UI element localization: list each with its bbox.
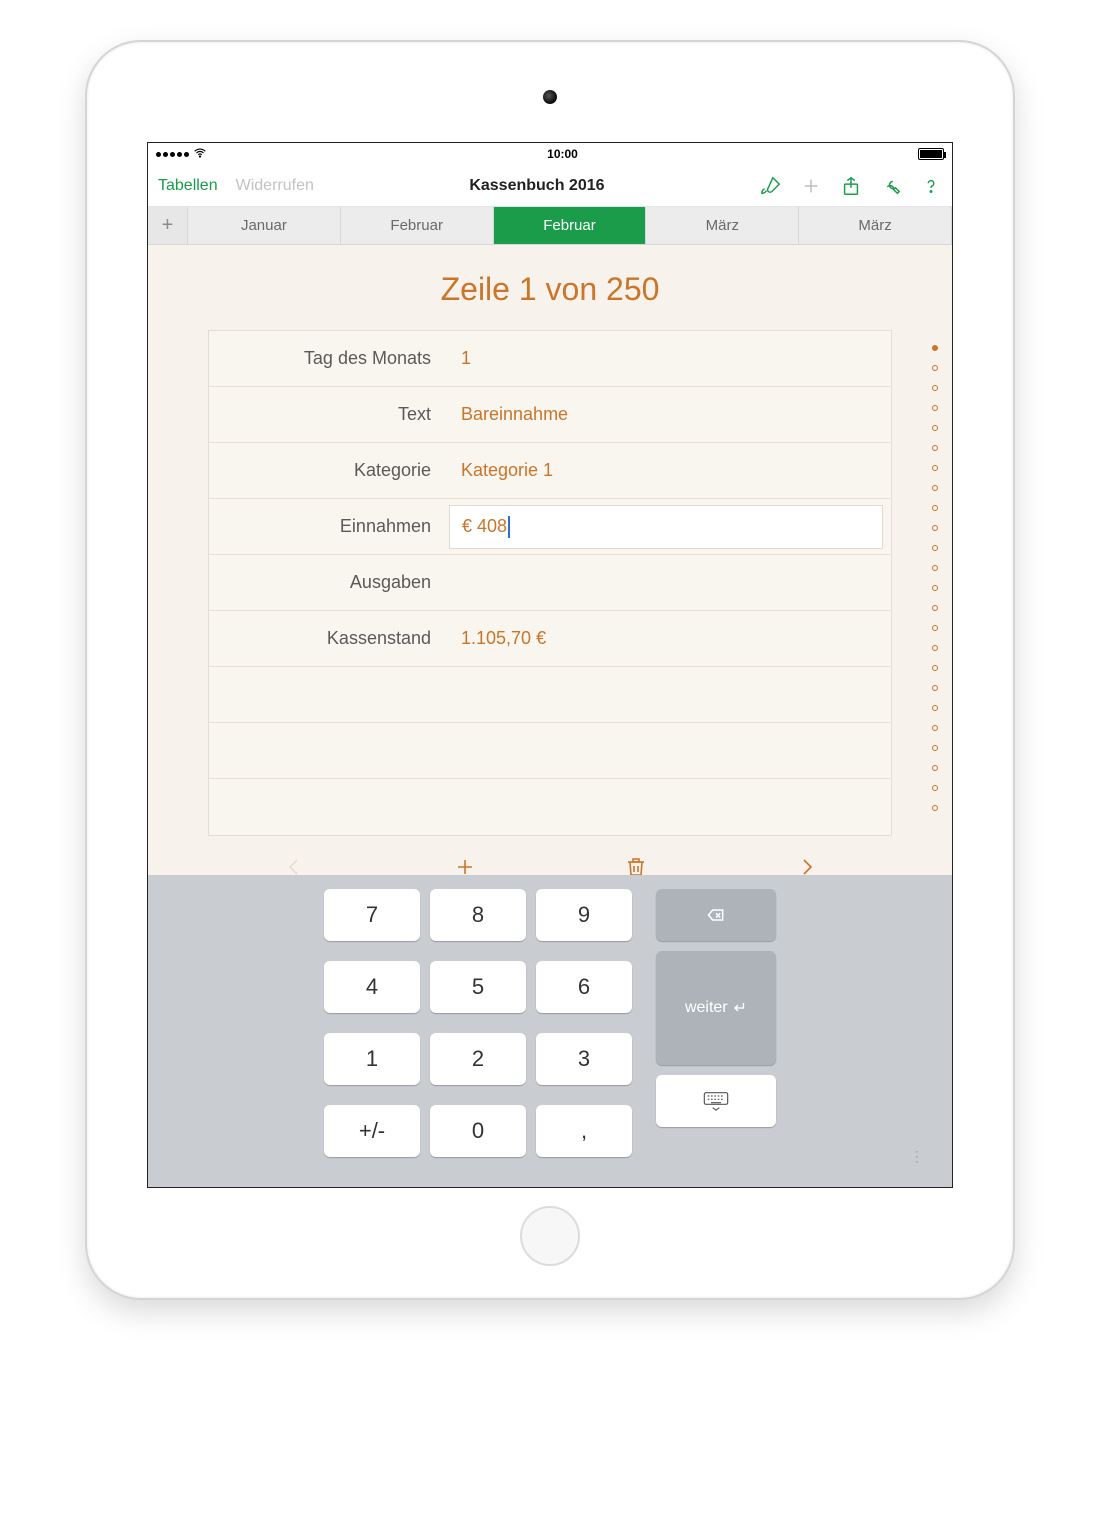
field-value[interactable]: 1.105,70 €: [449, 628, 891, 649]
plus-icon[interactable]: [800, 175, 822, 197]
key-4[interactable]: 4: [324, 961, 420, 1013]
tab-label: Januar: [241, 217, 287, 234]
key-3[interactable]: 3: [536, 1033, 632, 1085]
device-camera: [543, 90, 557, 104]
form-table: Tag des Monats 1 Text Bareinnahme Katego…: [208, 330, 892, 836]
form-row-ausgaben[interactable]: Ausgaben: [209, 555, 891, 611]
field-label: Kassenstand: [209, 628, 449, 649]
tab-januar[interactable]: Januar: [188, 207, 341, 244]
field-value[interactable]: Bareinnahme: [449, 404, 891, 425]
key-8[interactable]: 8: [430, 889, 526, 941]
key-comma[interactable]: ,: [536, 1105, 632, 1157]
field-label: Tag des Monats: [209, 348, 449, 369]
field-label: Kategorie: [209, 460, 449, 481]
tab-label: März: [706, 217, 739, 234]
help-icon[interactable]: [920, 175, 942, 197]
undo-button[interactable]: Widerrufen: [236, 177, 314, 195]
form-row-tag[interactable]: Tag des Monats 1: [209, 331, 891, 387]
tab-februar-1[interactable]: Februar: [341, 207, 494, 244]
next-key-label: weiter: [685, 999, 728, 1017]
next-key[interactable]: weiter ↵: [656, 951, 776, 1065]
text-cursor: [508, 516, 510, 538]
input-text: € 408: [462, 516, 507, 537]
form-row-kategorie[interactable]: Kategorie Kategorie 1: [209, 443, 891, 499]
numeric-keypad: 7 8 9 4 5 6 1 2 3: [148, 875, 952, 1187]
add-row-button[interactable]: [453, 855, 477, 876]
ipad-frame: 10:00 Tabellen Widerrufen Kassenbuch 201…: [85, 40, 1015, 1300]
form-row-empty: .: [209, 667, 891, 723]
form-row-empty: .: [209, 723, 891, 779]
content-area: Zeile 1 von 250 Tag des Monats 1 Text Ba…: [148, 245, 952, 875]
signal-dots-icon: [156, 152, 189, 157]
key-9[interactable]: 9: [536, 889, 632, 941]
delete-row-button[interactable]: [624, 855, 648, 876]
document-title: Kassenbuch 2016: [469, 177, 604, 195]
field-label: Ausgaben: [209, 572, 449, 593]
key-1[interactable]: 1: [324, 1033, 420, 1085]
return-icon: ↵: [734, 998, 747, 1018]
field-label: Einnahmen: [209, 516, 449, 537]
paintbrush-icon[interactable]: [760, 175, 782, 197]
add-sheet-button[interactable]: +: [148, 207, 188, 244]
hide-keyboard-key[interactable]: [656, 1075, 776, 1127]
tab-februar-2[interactable]: Februar: [494, 207, 647, 244]
share-icon[interactable]: [840, 175, 862, 197]
key-2[interactable]: 2: [430, 1033, 526, 1085]
tab-label: Februar: [390, 217, 443, 234]
key-plusminus[interactable]: +/-: [324, 1105, 420, 1157]
field-label: Text: [209, 404, 449, 425]
home-button[interactable]: [520, 1206, 580, 1266]
keypad-more-icon[interactable]: ⋮: [910, 1148, 926, 1165]
field-value[interactable]: 1: [449, 348, 891, 369]
tab-maerz-2[interactable]: März: [799, 207, 952, 244]
prev-row-button[interactable]: [282, 855, 306, 876]
next-row-button[interactable]: [795, 855, 819, 876]
screen: 10:00 Tabellen Widerrufen Kassenbuch 201…: [147, 142, 953, 1188]
back-button[interactable]: Tabellen: [158, 177, 218, 195]
tab-label: Februar: [543, 217, 596, 234]
battery-icon: [918, 148, 944, 160]
form-row-text[interactable]: Text Bareinnahme: [209, 387, 891, 443]
app-toolbar: Tabellen Widerrufen Kassenbuch 2016: [148, 165, 952, 207]
form-row-kassenstand[interactable]: Kassenstand 1.105,70 €: [209, 611, 891, 667]
key-5[interactable]: 5: [430, 961, 526, 1013]
key-6[interactable]: 6: [536, 961, 632, 1013]
form-row-empty: .: [209, 779, 891, 835]
row-indicator-title: Zeile 1 von 250: [148, 271, 952, 308]
backspace-key[interactable]: [656, 889, 776, 941]
key-7[interactable]: 7: [324, 889, 420, 941]
key-0[interactable]: 0: [430, 1105, 526, 1157]
tab-maerz-1[interactable]: März: [646, 207, 799, 244]
field-value-editing[interactable]: € 408: [449, 505, 883, 549]
row-pager-dots[interactable]: [932, 345, 938, 811]
form-row-einnahmen[interactable]: Einnahmen € 408: [209, 499, 891, 555]
status-bar: 10:00: [148, 143, 952, 165]
sheet-tabs: + Januar Februar Februar März März: [148, 207, 952, 245]
field-value[interactable]: Kategorie 1: [449, 460, 891, 481]
row-action-bar: [208, 842, 892, 875]
tab-label: März: [858, 217, 891, 234]
status-time: 10:00: [547, 147, 578, 161]
wifi-icon: [193, 146, 207, 163]
wrench-icon[interactable]: [880, 175, 902, 197]
